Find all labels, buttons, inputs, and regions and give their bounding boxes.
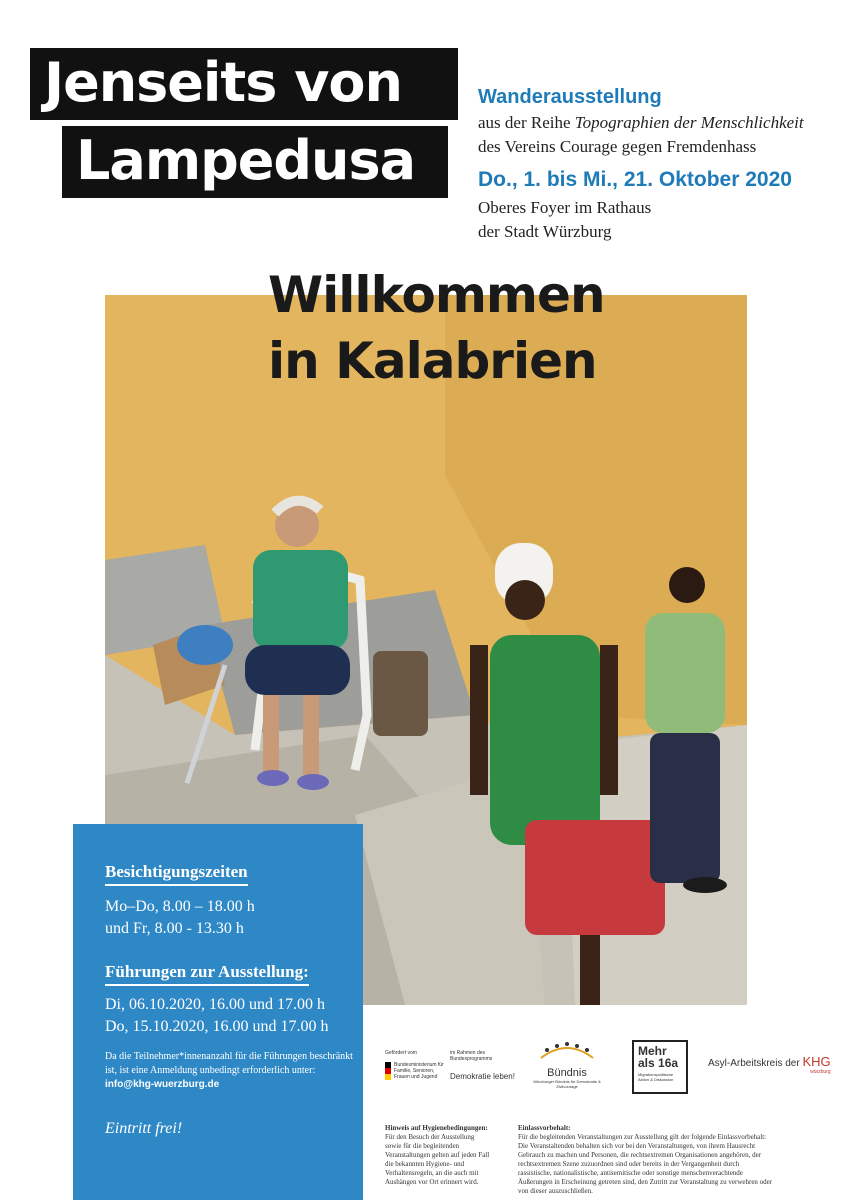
- hygiene-heading: Hinweis auf Hygienebedingungen:: [385, 1124, 488, 1132]
- hygiene-notice: Hinweis auf Hygienebedingungen: Für den …: [385, 1124, 490, 1187]
- buendnis-logo: Bündnis Würzburger Bündnis für Demokrati…: [532, 1040, 602, 1089]
- admission-text: Für die begleitenden Veranstaltungen zur…: [518, 1133, 773, 1195]
- tour-date-1: Di, 06.10.2020, 16.00 und 17.00 h: [105, 996, 325, 1013]
- mehr-als-16a-logo: Mehr als 16a Migrationspolitische Aktion…: [632, 1040, 688, 1094]
- exhibition-label: Wanderausstellung: [478, 86, 662, 108]
- viewing-hours-line-1: Mo–Do, 8.00 – 18.00 h: [105, 898, 255, 915]
- exhibition-dates: Do., 1. bis Mi., 21. Oktober 2020: [478, 168, 792, 191]
- schedule-box: Besichtigungszeiten Mo–Do, 8.00 – 18.00 …: [73, 824, 363, 1200]
- bmfsfj-name: Bundesministerium für Familie, Senioren,…: [394, 1062, 444, 1080]
- headline-line-2: in Kalabrien: [268, 332, 598, 390]
- german-flag-icon: [385, 1062, 391, 1080]
- buendnis-name: Bündnis: [547, 1067, 587, 1079]
- demokratie-caption: im Rahmen des Bundesprogramms: [450, 1050, 493, 1062]
- khg-name: KHG: [802, 1054, 831, 1069]
- demokratie-leben-logo: im Rahmen des Bundesprogramms Demokratie…: [450, 1050, 525, 1081]
- viewing-hours-line-2: und Fr, 8.00 - 13.30 h: [105, 920, 244, 937]
- contact-email[interactable]: info@khg-wuerzburg.de: [105, 1079, 219, 1090]
- association-line: des Vereins Courage gegen Fremdenhass: [478, 137, 757, 156]
- venue-line-1: Oberes Foyer im Rathaus: [478, 198, 652, 217]
- venue-line-2: der Stadt Würzburg: [478, 222, 612, 241]
- tour-date-2: Do, 15.10.2020, 16.00 und 17.00 h: [105, 1018, 329, 1035]
- registration-text: Da die Teilnehmer*innenanzahl für die Fü…: [105, 1051, 353, 1076]
- buendnis-subtitle: Würzburger Bündnis für Demokratie & Zivi…: [533, 1079, 601, 1089]
- buendnis-people-icon: [540, 1042, 594, 1059]
- bmfsfj-caption: Gefördert vom: [385, 1050, 417, 1056]
- demokratie-name: Demokratie leben!: [450, 1072, 515, 1081]
- title-line-1: Jenseits von: [30, 48, 458, 120]
- series-line: aus der Reihe Topographien der Menschlic…: [478, 111, 804, 134]
- title-line-2: Lampedusa: [62, 126, 448, 198]
- asyl-arbeitskreis-logo: Asyl-Arbeitskreis der KHG würzburg: [708, 1054, 831, 1075]
- mehr-subtitle: Migrationspolitische Aktion & Diskussion: [638, 1072, 674, 1082]
- entry-free: Eintritt frei!: [105, 1120, 183, 1137]
- headline-line-1: Willkommen: [268, 266, 606, 324]
- bmfsfj-logo: Gefördert vom Bundesministerium für Fami…: [385, 1050, 455, 1080]
- series-prefix: aus der Reihe: [478, 113, 575, 132]
- tours-heading: Führungen zur Ausstellung:: [105, 962, 309, 986]
- admission-notice: Einlassvorbehalt: Für die begleitenden V…: [518, 1124, 773, 1196]
- khg-subtitle: würzburg: [810, 1069, 831, 1075]
- registration-note: Da die Teilnehmer*innenanzahl für die Fü…: [105, 1050, 353, 1092]
- asyl-name: Asyl-Arbeitskreis der: [708, 1058, 800, 1069]
- mehr-line-2: als 16a: [638, 1056, 679, 1070]
- admission-heading: Einlassvorbehalt:: [518, 1124, 571, 1132]
- series-title: Topographien der Menschlichkeit: [574, 113, 804, 132]
- headline: Willkommen in Kalabrien: [268, 262, 606, 394]
- viewing-hours-heading: Besichtigungszeiten: [105, 862, 248, 886]
- hygiene-text: Für den Besuch der Ausstellung sowie für…: [385, 1133, 490, 1186]
